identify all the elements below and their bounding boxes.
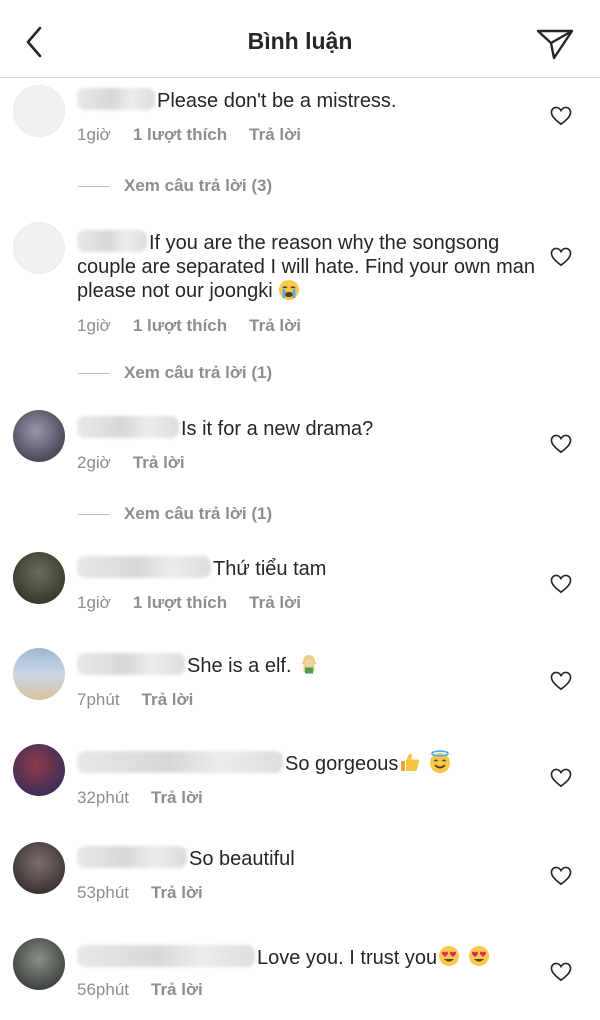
comment-text: So gorgeous (285, 753, 399, 775)
divider-line (78, 373, 110, 375)
comment-time: 1giờ (77, 125, 111, 144)
username-blurred[interactable] (77, 556, 211, 578)
reply-button[interactable]: Trả lời (249, 316, 301, 336)
heart-icon[interactable] (550, 106, 572, 126)
comment-text: Thứ tiểu tam (213, 558, 327, 580)
heart-icon[interactable] (550, 574, 572, 594)
comment-time: 2giờ (77, 453, 111, 472)
avatar[interactable] (13, 410, 65, 462)
username-blurred[interactable] (77, 945, 255, 967)
comment-time: 7phút (77, 690, 120, 709)
comment-time: 1giờ (77, 593, 111, 612)
comment-text: She is a elf. (187, 655, 292, 677)
reply-button[interactable]: Trả lời (249, 125, 301, 145)
comment-text: Love you. I trust you (257, 947, 438, 969)
avatar[interactable] (13, 552, 65, 604)
username-blurred[interactable] (77, 846, 187, 868)
reply-button[interactable]: Trả lời (133, 453, 185, 473)
elf-emoji-icon (301, 655, 318, 674)
username-blurred[interactable] (77, 88, 155, 110)
avatar[interactable] (13, 85, 65, 137)
view-replies-button[interactable]: Xem câu trả lời (1) (78, 504, 272, 524)
view-replies-button[interactable]: Xem câu trả lời (3) (78, 176, 272, 196)
heart-icon[interactable] (550, 866, 572, 886)
page-title: Bình luận (247, 28, 353, 54)
heart-icon[interactable] (550, 434, 572, 454)
divider-line (78, 514, 110, 516)
comment-text: Is it for a new drama? (181, 418, 374, 440)
thumbs-up-emoji-icon (401, 753, 420, 771)
avatar[interactable] (13, 648, 65, 700)
avatar[interactable] (13, 938, 65, 990)
reply-button[interactable]: Trả lời (151, 883, 203, 903)
view-replies-label: Xem câu trả lời (3) (124, 176, 273, 195)
username-blurred[interactable] (77, 230, 147, 252)
avatar[interactable] (13, 222, 65, 274)
comment-text: So beautiful (189, 848, 295, 870)
heart-icon[interactable] (550, 671, 572, 691)
likes-count[interactable]: 1 lượt thích (133, 316, 227, 336)
reply-button[interactable]: Trả lời (151, 980, 203, 1000)
heart-icon[interactable] (550, 768, 572, 788)
comment-time: 1giờ (77, 316, 111, 335)
heart-eyes-emoji-icon (468, 946, 489, 966)
heart-eyes-emoji-icon (439, 946, 460, 966)
username-blurred[interactable] (77, 653, 185, 675)
send-direct-icon[interactable] (530, 22, 578, 62)
header-bar: Bình luận (0, 0, 600, 78)
avatar[interactable] (13, 744, 65, 796)
view-replies-label: Xem câu trả lời (1) (124, 504, 273, 523)
avatar[interactable] (13, 842, 65, 894)
heart-icon[interactable] (550, 962, 572, 982)
comment-time: 56phút (77, 980, 129, 999)
crying-face-emoji-icon (279, 280, 300, 300)
reply-button[interactable]: Trả lời (142, 690, 194, 710)
view-replies-label: Xem câu trả lời (1) (124, 363, 273, 382)
likes-count[interactable]: 1 lượt thích (133, 125, 227, 145)
comment-time: 53phút (77, 883, 129, 902)
reply-button[interactable]: Trả lời (249, 593, 301, 613)
comment-text: Please don't be a mistress. (157, 90, 397, 112)
reply-button[interactable]: Trả lời (151, 788, 203, 808)
view-replies-button[interactable]: Xem câu trả lời (1) (78, 363, 272, 383)
likes-count[interactable]: 1 lượt thích (133, 593, 227, 613)
username-blurred[interactable] (77, 751, 283, 773)
divider-line (78, 186, 110, 188)
comment-time: 32phút (77, 788, 129, 807)
username-blurred[interactable] (77, 416, 179, 438)
smiling-face-with-halo-emoji-icon (429, 750, 450, 773)
heart-icon[interactable] (550, 247, 572, 267)
